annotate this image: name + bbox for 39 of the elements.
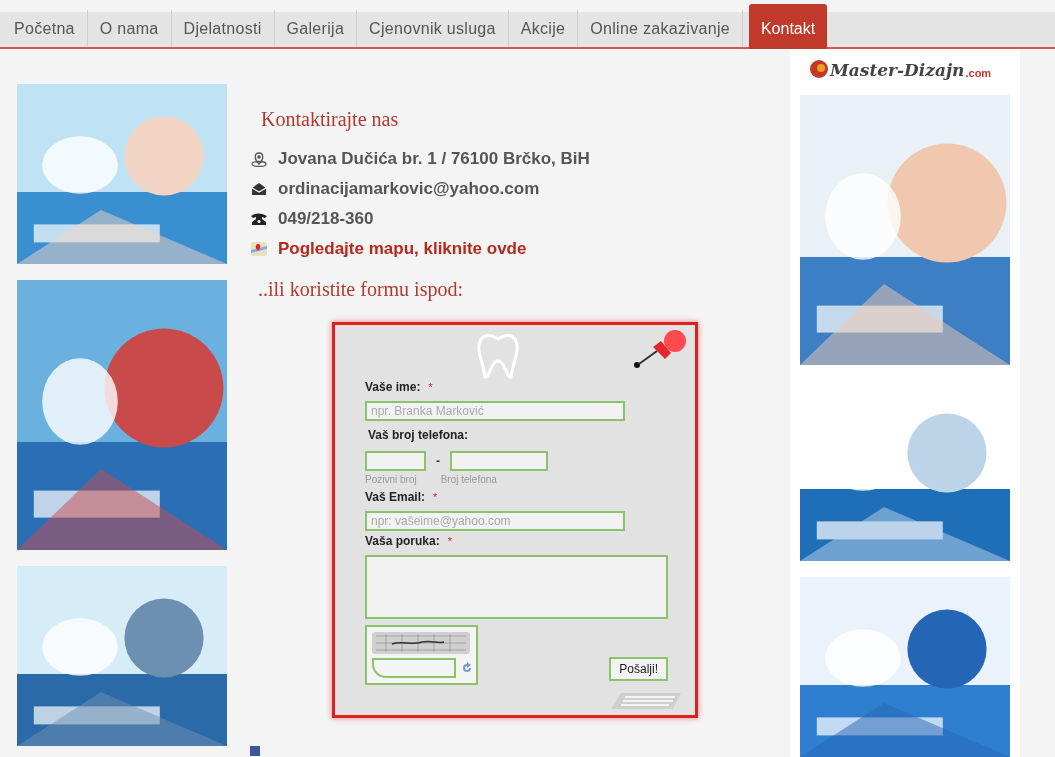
field-label: Vaš broj telefona:: [368, 427, 469, 444]
required-mark: *: [433, 489, 438, 505]
nav-tab[interactable]: Početna: [2, 10, 88, 47]
address-text: Jovana Dučića br. 1 / 76100 Brčko, BiH: [278, 148, 590, 171]
captcha-field[interactable]: [372, 658, 456, 678]
field-label: Vaše ime:: [365, 379, 421, 396]
submit-button[interactable]: Pošalji!: [609, 657, 668, 681]
nav-tab[interactable]: Galerija: [274, 10, 358, 47]
nav-tab[interactable]: O nama: [87, 10, 172, 47]
refresh-icon[interactable]: [460, 661, 474, 675]
form-intro: ..ili koristite formu ispod:: [258, 277, 464, 303]
required-mark: *: [428, 379, 433, 395]
field-label: Vaš Email:: [365, 489, 426, 506]
field-hint: Pozivni broj: [365, 472, 417, 487]
logo-text: Master-Dizajn: [830, 62, 965, 79]
phone-icon: [250, 211, 268, 227]
field-label: Vaša poruka:: [365, 533, 440, 550]
phone-number: 049/218-360: [278, 208, 374, 231]
email-link[interactable]: ordinacijamarkovic@yahoo.com: [278, 176, 540, 202]
separator: -: [436, 453, 440, 470]
required-mark: *: [447, 533, 452, 549]
section-heading: Kontaktirajte nas: [261, 107, 400, 133]
tooth-watermark-icon: [475, 331, 521, 381]
nav-tab[interactable]: Djelatnosti: [171, 10, 275, 47]
nav-tab[interactable]: Online zakazivanje: [578, 10, 743, 47]
envelope-icon: [250, 181, 268, 197]
nav-tab[interactable]: Kontakt: [748, 4, 828, 49]
input-field[interactable]: npr. Branka Marković: [365, 401, 625, 421]
nav-tab[interactable]: Cjenovnik usluga: [357, 10, 509, 47]
map-icon: [250, 241, 268, 257]
field-hint: Broj telefona: [440, 472, 497, 487]
nav-tab[interactable]: Akcije: [508, 10, 579, 47]
location-pin-icon: [250, 151, 268, 167]
input-field[interactable]: npr: vašeime@yahoo.com: [365, 511, 625, 531]
map-link[interactable]: Pogledajte mapu, kliknite ovde: [278, 236, 527, 262]
message-field[interactable]: [365, 555, 668, 619]
logo-domain: .com: [965, 68, 992, 79]
input-field[interactable]: [450, 451, 548, 471]
input-field[interactable]: [365, 451, 426, 471]
